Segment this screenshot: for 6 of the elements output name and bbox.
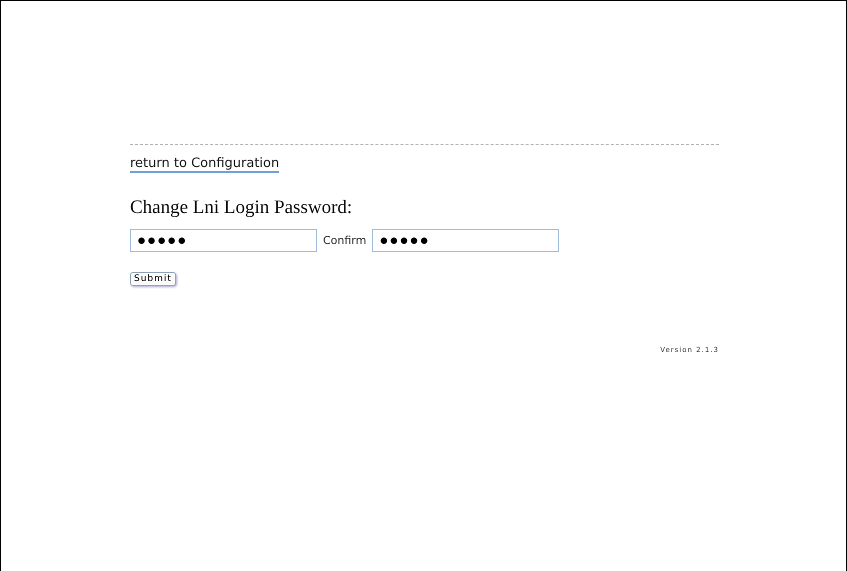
page-heading: Change Lni Login Password: [130,197,352,219]
password-field[interactable]: ●●●●● [130,229,317,252]
confirm-label: Confirm [323,234,366,247]
return-link[interactable]: return to Configuration [130,156,280,173]
submit-button[interactable]: Submit [130,272,176,286]
confirm-password-field[interactable]: ●●●●● [372,229,560,252]
